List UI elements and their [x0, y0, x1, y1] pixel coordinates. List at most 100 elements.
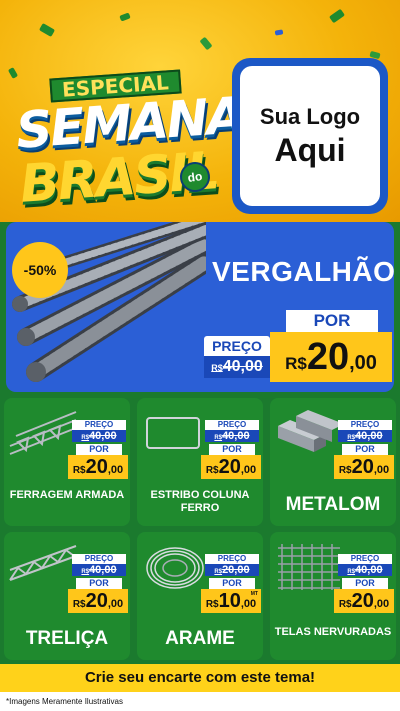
price-part: 20: [85, 590, 108, 612]
price-part: 40,00: [222, 358, 263, 375]
sale-price: R$ 20,00: [68, 455, 128, 479]
price-part: R$: [214, 569, 223, 575]
sale-price: R$ 20,00: [68, 589, 128, 613]
logo-text-line1: Sua Logo: [259, 103, 361, 129]
featured-product-name: VERGALHÃO: [212, 256, 394, 287]
por-label: POR: [209, 578, 255, 589]
old-price-tag: PREÇO R$40,00 POR: [72, 420, 126, 455]
old-price: R$40,00: [205, 430, 259, 442]
old-price-tag: PREÇO R$40,00 POR: [72, 554, 126, 589]
preco-label: PREÇO: [205, 554, 259, 564]
confetti-piece: [38, 23, 56, 37]
sale-price: R$ 20,00: [270, 332, 392, 382]
old-price: R$40,00: [338, 430, 392, 442]
price-part: ,00: [107, 598, 124, 610]
product-card: PREÇO R$20,00 POR R$ 10,00 MT ARAME: [137, 532, 263, 660]
price-part: ,00: [240, 464, 257, 476]
product-name: ARAME: [165, 628, 235, 649]
price-part: R$: [338, 599, 352, 610]
mesh-icon: [278, 544, 340, 590]
product-grid: PREÇO R$40,00 POR R$ 20,00 FERRAGEM ARMAD…: [0, 398, 400, 664]
product-name: ESTRIBO COLUNA FERRO: [150, 489, 250, 514]
rebar-cage-icon: [9, 411, 77, 455]
product-name: FERRAGEM ARMADA: [9, 489, 125, 501]
campaign-title: ESPECIAL SEMANA BRASIL do: [14, 68, 245, 215]
price-part: ,00: [373, 464, 390, 476]
price-part: ,00: [349, 352, 377, 374]
wire-coil-icon: [146, 547, 204, 589]
price-part: 40,00: [355, 564, 383, 576]
por-label: POR: [342, 444, 388, 455]
price-part: 40,00: [222, 430, 250, 442]
old-price: R$40,00: [204, 356, 270, 378]
price-part: 20: [306, 336, 350, 378]
sale-price: R$ 10,00 MT: [201, 589, 261, 613]
product-card: PREÇO R$40,00 POR R$ 20,00 ESTRIBO COLUNA…: [137, 398, 263, 526]
price-part: 40,00: [355, 430, 383, 442]
preco-label: PREÇO: [338, 554, 392, 564]
old-price-tag: PREÇO R$20,00 POR: [205, 554, 259, 589]
confetti-piece: [274, 29, 284, 36]
price-part: R$: [347, 569, 356, 575]
preco-label: PREÇO: [204, 336, 270, 356]
confetti-piece: [119, 12, 131, 22]
preco-label: PREÇO: [338, 420, 392, 430]
price-part: R$: [205, 599, 219, 610]
logo-placeholder: Sua Logo Aqui: [232, 58, 388, 214]
price-part: 40,00: [89, 564, 117, 576]
price-part: 20: [351, 456, 374, 478]
preco-label: PREÇO: [205, 420, 259, 430]
product-card: PREÇO R$40,00 POR R$ 20,00 TELAS NERVURAD…: [270, 532, 396, 660]
header-banner: ESPECIAL SEMANA BRASIL do Sua Logo Aqui: [0, 0, 400, 222]
price-part: R$: [81, 569, 90, 575]
discount-badge: -50%: [12, 242, 68, 298]
old-price: R$40,00: [72, 430, 126, 442]
steel-tube-icon: [278, 410, 344, 452]
stirrup-icon: [146, 417, 200, 449]
product-card: PREÇO R$40,00 POR R$ 20,00 FERRAGEM ARMAD…: [4, 398, 130, 526]
por-label: POR: [209, 444, 255, 455]
sale-price: R$ 20,00: [201, 455, 261, 479]
price-part: R$: [205, 465, 219, 476]
confetti-piece: [328, 8, 346, 24]
product-name: TRELIÇA: [25, 628, 109, 649]
price-part: R$: [211, 363, 223, 373]
price-part: ,00: [240, 598, 257, 610]
price-part: 20: [351, 590, 374, 612]
product-name: METALOM: [285, 494, 381, 515]
old-price-tag: PREÇO R$40,00 POR: [338, 420, 392, 455]
price-part: R$: [285, 354, 307, 373]
price-part: 20: [218, 456, 241, 478]
sale-price: R$ 20,00: [334, 455, 394, 479]
price-part: R$: [81, 435, 90, 441]
old-price-tag: PREÇO R$40,00 POR: [205, 420, 259, 455]
confetti-piece: [199, 36, 213, 51]
price-part: 10: [218, 590, 241, 612]
preco-label: PREÇO: [72, 554, 126, 564]
sale-price: R$ 20,00: [334, 589, 394, 613]
price-part: 20: [85, 456, 108, 478]
por-label: POR: [342, 578, 388, 589]
price-part: R$: [338, 465, 352, 476]
logo-text-line2: Aqui: [274, 131, 346, 168]
price-part: 40,00: [89, 430, 117, 442]
por-label: POR: [286, 310, 378, 332]
price-part: ,00: [107, 464, 124, 476]
truss-icon: [9, 545, 77, 581]
por-label: POR: [76, 444, 122, 455]
product-name: TELAS NERVURADAS: [274, 626, 392, 638]
old-price: R$40,00: [338, 564, 392, 576]
old-price-tag: PREÇO R$40,00: [204, 336, 270, 380]
cta-banner[interactable]: Crie seu encarte com este tema!: [0, 664, 400, 692]
product-card: PREÇO R$40,00 POR R$ 20,00 METALOM: [270, 398, 396, 526]
disclaimer-text: *Imagens Meramente Ilustrativas: [0, 692, 400, 711]
price-part: R$: [72, 599, 86, 610]
por-label: POR: [76, 578, 122, 589]
price-part: 20,00: [222, 564, 250, 576]
price-part: MT: [250, 591, 258, 597]
price-part: R$: [347, 435, 356, 441]
old-price: R$40,00: [72, 564, 126, 576]
old-price-tag: PREÇO R$40,00 POR: [338, 554, 392, 589]
price-part: ,00: [373, 598, 390, 610]
featured-product-card: -50% VERGALHÃO POR PREÇO R$40,00 R$ 20,00: [6, 222, 394, 392]
